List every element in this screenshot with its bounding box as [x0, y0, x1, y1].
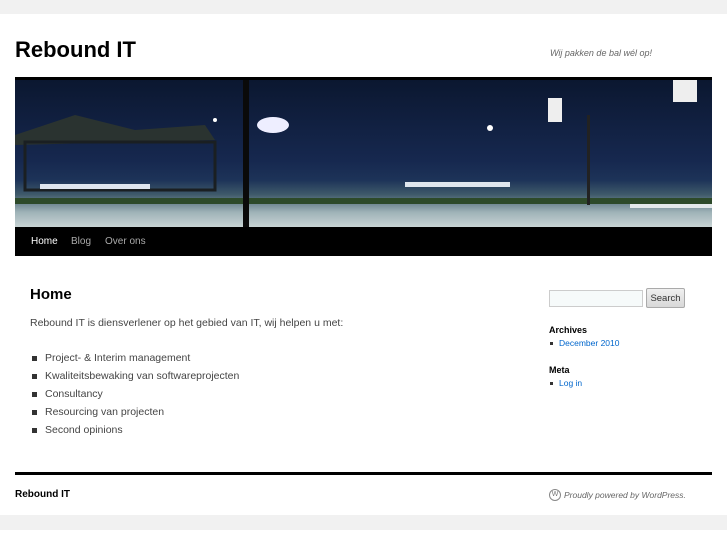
main-nav: Home Blog Over ons — [15, 227, 712, 256]
footer-site-name[interactable]: Rebound IT — [15, 489, 70, 500]
site-tagline: Wij pakken de bal wél op! — [550, 48, 652, 58]
bottom-margin — [0, 515, 727, 530]
intro-text: Rebound IT is diensverlener op het gebie… — [30, 317, 344, 329]
login-link[interactable]: Log in — [549, 378, 582, 388]
list-item: Consultancy — [30, 388, 239, 406]
basketball-court-image — [15, 80, 712, 227]
nav-blog[interactable]: Blog — [71, 236, 91, 247]
search-input[interactable] — [549, 290, 643, 307]
list-item: Resourcing van projecten — [30, 406, 239, 424]
list-item: Second opinions — [30, 424, 239, 442]
top-margin — [0, 0, 727, 14]
header-image — [15, 77, 712, 227]
powered-by[interactable]: W Proudly powered by WordPress. — [549, 489, 686, 501]
site-title[interactable]: Rebound IT — [15, 37, 136, 63]
nav-over-ons[interactable]: Over ons — [105, 236, 146, 247]
meta-title: Meta — [549, 365, 570, 375]
archive-link[interactable]: December 2010 — [549, 338, 619, 348]
footer-divider — [15, 472, 712, 475]
wordpress-icon: W — [549, 489, 561, 501]
list-item: Kwaliteitsbewaking van softwareprojecten — [30, 370, 239, 388]
nav-home[interactable]: Home — [31, 236, 58, 247]
search-button[interactable]: Search — [646, 288, 685, 308]
page-title: Home — [30, 286, 72, 303]
services-list: Project- & Interim management Kwaliteits… — [30, 352, 239, 442]
archives-title: Archives — [549, 325, 588, 335]
list-item: Project- & Interim management — [30, 352, 239, 370]
powered-by-text[interactable]: Proudly powered by WordPress. — [564, 490, 686, 500]
